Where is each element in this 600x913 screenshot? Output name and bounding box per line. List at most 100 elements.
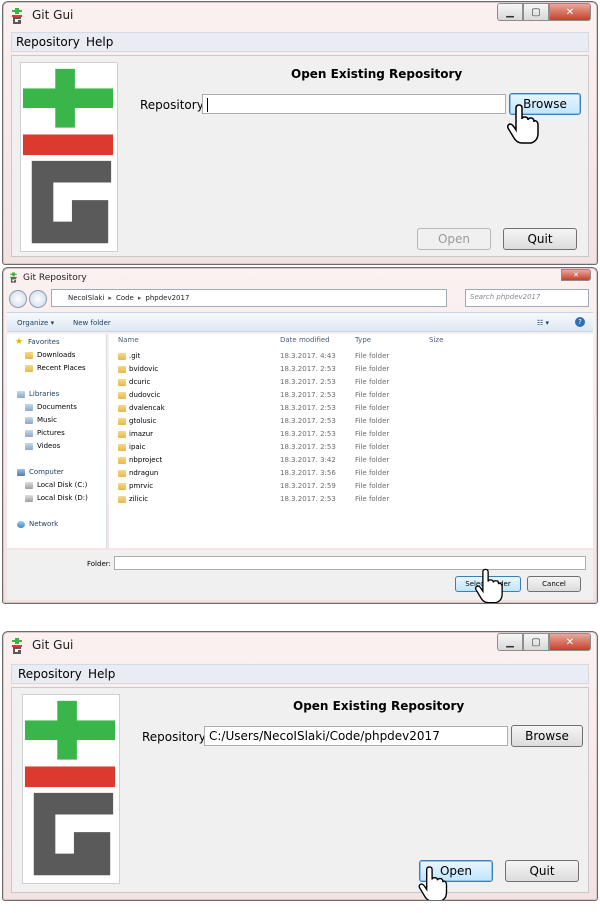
minimize-button[interactable]: ▁ [497, 633, 523, 651]
nav-videos[interactable]: Videos [25, 442, 60, 450]
file-row[interactable]: nbproject 18.3.2017. 3:42 File folder [109, 454, 593, 467]
file-name: zilicic [129, 495, 149, 503]
repository-input[interactable]: C:/Users/NecoISlaki/Code/phpdev2017 [204, 726, 508, 746]
folder-icon [118, 496, 126, 503]
forward-button[interactable] [29, 290, 47, 308]
column-header-type[interactable]: Type [355, 336, 371, 344]
dialog-title-bar[interactable]: Git Repository ✕ [3, 268, 597, 286]
close-icon: ✕ [565, 6, 575, 18]
nav-disk-c[interactable]: Local Disk (C:) [25, 481, 87, 489]
file-row[interactable]: ndragun 18.3.2017. 3:56 File folder [109, 467, 593, 480]
folder-label: Folder: [87, 560, 111, 568]
column-header-size[interactable]: Size [429, 336, 443, 344]
column-header-name[interactable]: Name [118, 336, 139, 344]
nav-label: Local Disk (D:) [37, 494, 88, 502]
view-options-icon[interactable]: ☷ ▾ [537, 319, 549, 327]
folder-input[interactable] [114, 556, 586, 570]
file-row[interactable]: .git 18.3.2017. 4:43 File folder [109, 350, 593, 363]
menu-bar: Repository Help [11, 664, 589, 684]
git-logo [22, 694, 120, 884]
breadcrumb-item[interactable]: NecoISlaki [68, 294, 104, 302]
new-folder-button[interactable]: New folder [73, 319, 111, 327]
breadcrumb-item[interactable]: Code [116, 294, 134, 302]
file-type: File folder [355, 469, 390, 477]
back-button[interactable] [9, 290, 27, 308]
file-date: 18.3.2017. 3:56 [280, 469, 336, 477]
nav-documents[interactable]: Documents [25, 403, 77, 411]
search-input[interactable]: Search phpdev2017 [465, 289, 589, 307]
file-name: imazur [129, 430, 154, 438]
title-bar[interactable]: Git Gui ▁ ▢ ✕ [3, 2, 597, 30]
file-row[interactable]: dcuric 18.3.2017. 2:53 File folder [109, 376, 593, 389]
browse-button[interactable]: Browse [511, 725, 583, 747]
quit-button[interactable]: Quit [503, 228, 577, 250]
file-row[interactable]: dvalencak 18.3.2017. 2:53 File folder [109, 402, 593, 415]
open-button[interactable]: Open [417, 228, 491, 250]
nav-computer[interactable]: Computer [17, 468, 64, 476]
nav-label: Music [37, 416, 57, 424]
nav-network[interactable]: Network [17, 520, 58, 528]
close-button[interactable]: ✕ [549, 3, 591, 21]
dialog-footer: Folder: Select Folder Cancel [7, 550, 593, 600]
nav-libraries[interactable]: Libraries [17, 390, 59, 398]
column-header-date[interactable]: Date modified [280, 336, 330, 344]
file-type: File folder [355, 391, 390, 399]
folder-icon [118, 418, 126, 425]
dialog-close-button[interactable]: ✕ [561, 269, 591, 281]
menu-repository[interactable]: Repository [18, 667, 82, 681]
disk-icon [25, 481, 33, 489]
close-button[interactable]: ✕ [549, 633, 591, 651]
breadcrumb[interactable]: NecoISlaki ▸ Code ▸ phpdev2017 [51, 289, 447, 307]
file-row[interactable]: dudovcic 18.3.2017. 2:53 File folder [109, 389, 593, 402]
help-icon[interactable]: ? [575, 317, 585, 327]
nav-downloads[interactable]: Downloads [25, 351, 75, 359]
file-date: 18.3.2017. 3:42 [280, 456, 336, 464]
navigation-pane: ★ Favorites Downloads Recent Places Libra… [7, 334, 107, 548]
cancel-button[interactable]: Cancel [527, 576, 581, 592]
minimize-icon: ▁ [506, 6, 514, 18]
nav-label: Favorites [28, 338, 60, 346]
menu-repository[interactable]: Repository [16, 35, 80, 49]
file-row[interactable]: bvidovic 18.3.2017. 2:53 File folder [109, 363, 593, 376]
nav-recent-places[interactable]: Recent Places [25, 364, 86, 372]
folder-icon [118, 405, 126, 412]
file-name: nbproject [129, 456, 163, 464]
file-type: File folder [355, 443, 390, 451]
nav-music[interactable]: Music [25, 416, 57, 424]
repository-input[interactable] [202, 94, 506, 114]
file-row[interactable]: gtolusic 18.3.2017. 2:53 File folder [109, 415, 593, 428]
file-name: pmrvic [129, 482, 154, 490]
address-bar: NecoISlaki ▸ Code ▸ phpdev2017 Search ph… [7, 288, 593, 310]
nav-pictures[interactable]: Pictures [25, 429, 65, 437]
file-row[interactable]: pmrvic 18.3.2017. 2:59 File folder [109, 480, 593, 493]
close-icon: ✕ [573, 271, 579, 279]
file-row[interactable]: ipaic 18.3.2017. 2:53 File folder [109, 441, 593, 454]
maximize-icon: ▢ [531, 636, 541, 648]
organize-button[interactable]: Organize ▾ [17, 319, 54, 327]
menu-help[interactable]: Help [88, 667, 115, 681]
nav-label: Videos [37, 442, 61, 450]
folder-icon [118, 431, 126, 438]
git-repository-dialog: Git Repository ✕ NecoISlaki ▸ Code ▸ php… [2, 267, 598, 604]
folder-icon [118, 379, 126, 386]
minimize-button[interactable]: ▁ [497, 3, 523, 21]
git-gui-window-2: Git Gui ▁ ▢ ✕ Repository Help Open Exist… [2, 631, 598, 901]
maximize-button[interactable]: ▢ [523, 3, 549, 21]
nav-favorites[interactable]: ★ Favorites [15, 338, 60, 347]
file-type: File folder [355, 404, 390, 412]
file-date: 18.3.2017. 2:53 [280, 365, 336, 373]
folder-icon [118, 444, 126, 451]
dialog-title: Git Repository [23, 273, 87, 283]
breadcrumb-item[interactable]: phpdev2017 [145, 294, 189, 302]
maximize-button[interactable]: ▢ [523, 633, 549, 651]
main-panel: Open Existing Repository Repository: Bro… [11, 55, 589, 257]
page-title: Open Existing Repository [293, 699, 465, 713]
quit-button[interactable]: Quit [505, 860, 579, 882]
title-bar[interactable]: Git Gui ▁ ▢ ✕ [3, 632, 597, 660]
computer-icon [17, 468, 25, 476]
file-row[interactable]: imazur 18.3.2017. 2:53 File folder [109, 428, 593, 441]
file-type: File folder [355, 352, 390, 360]
menu-help[interactable]: Help [86, 35, 113, 49]
nav-disk-d[interactable]: Local Disk (D:) [25, 494, 88, 502]
file-row[interactable]: zilicic 18.3.2017. 2:53 File folder [109, 493, 593, 506]
